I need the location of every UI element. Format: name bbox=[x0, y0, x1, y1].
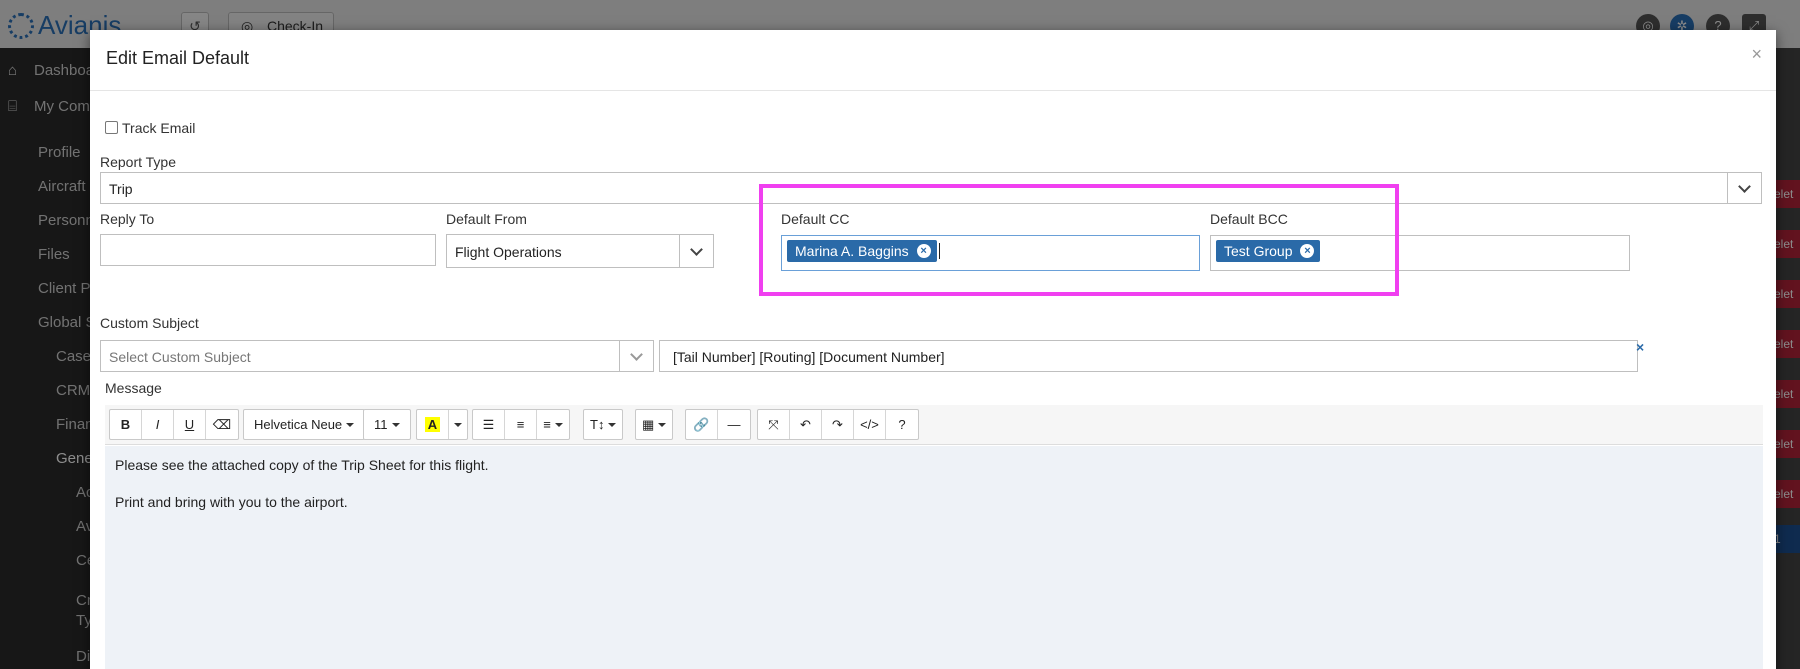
color-dropdown-icon[interactable] bbox=[449, 410, 467, 439]
chevron-down-icon[interactable] bbox=[1727, 173, 1761, 203]
message-label: Message bbox=[105, 380, 162, 396]
custom-subject-input[interactable]: [Tail Number] [Routing] [Document Number… bbox=[659, 340, 1638, 372]
bullet-list-icon[interactable]: ☰ bbox=[473, 410, 505, 439]
list-group: ☰ ≡ ≡ bbox=[472, 409, 570, 440]
modal-title: Edit Email Default bbox=[106, 48, 250, 68]
undo-icon[interactable]: ↶ bbox=[790, 410, 822, 439]
line-height-dropdown[interactable]: T↕ bbox=[583, 409, 624, 440]
code-view-icon[interactable]: </> bbox=[854, 410, 886, 439]
font-size-dropdown[interactable]: 11 bbox=[363, 409, 411, 440]
insert-group: 🔗 — bbox=[685, 409, 751, 440]
chevron-down-icon[interactable] bbox=[679, 235, 713, 267]
message-line: Please see the attached copy of the Trip… bbox=[115, 457, 489, 473]
highlight-color-icon[interactable]: A bbox=[417, 410, 449, 439]
font-name-dropdown[interactable]: Helvetica Neue bbox=[243, 409, 366, 440]
table-dropdown[interactable]: ▦ bbox=[635, 409, 674, 440]
bold-icon[interactable]: B bbox=[110, 410, 142, 439]
default-from-label: Default From bbox=[446, 211, 527, 227]
custom-subject-label: Custom Subject bbox=[100, 315, 199, 331]
default-from-select[interactable]: Flight Operations bbox=[446, 234, 714, 268]
report-type-value: Trip bbox=[109, 181, 133, 197]
highlight-color-group: A bbox=[416, 409, 468, 440]
default-from-value: Flight Operations bbox=[455, 244, 562, 260]
link-icon[interactable]: 🔗 bbox=[686, 410, 718, 439]
view-group: ⤧ ↶ ↷ </> ? bbox=[757, 409, 919, 440]
line-height-icon[interactable]: T↕ bbox=[584, 410, 622, 439]
redo-icon[interactable]: ↷ bbox=[822, 410, 854, 439]
modal-header: Edit Email Default × bbox=[90, 30, 1776, 91]
track-email-label: Track Email bbox=[122, 120, 196, 136]
reply-to-label: Reply To bbox=[100, 211, 155, 227]
custom-subject-value: [Tail Number] [Routing] [Document Number… bbox=[673, 349, 945, 365]
report-type-label: Report Type bbox=[100, 154, 177, 170]
font-style-group: B I U ⌫ bbox=[109, 409, 239, 440]
custom-subject-placeholder: Select Custom Subject bbox=[109, 349, 251, 365]
numbered-list-icon[interactable]: ≡ bbox=[505, 410, 537, 439]
fullscreen-icon[interactable]: ⤧ bbox=[758, 410, 790, 439]
reply-to-input[interactable] bbox=[100, 234, 436, 266]
close-icon[interactable]: × bbox=[1751, 44, 1762, 65]
editor-toolbar: B I U ⌫ Helvetica Neue 11 A ☰ ≡ ≡ T↕ ▦ 🔗… bbox=[105, 405, 1763, 445]
clear-subject-icon[interactable]: × bbox=[1636, 339, 1644, 355]
italic-icon[interactable]: I bbox=[142, 410, 174, 439]
align-icon[interactable]: ≡ bbox=[537, 410, 569, 439]
underline-icon[interactable]: U bbox=[174, 410, 206, 439]
track-email-checkbox[interactable] bbox=[105, 121, 118, 134]
horizontal-rule-icon[interactable]: — bbox=[718, 410, 750, 439]
message-editor[interactable]: Please see the attached copy of the Trip… bbox=[105, 446, 1763, 669]
help-icon[interactable]: ? bbox=[886, 410, 918, 439]
highlight-box bbox=[759, 184, 1399, 296]
custom-subject-select[interactable]: Select Custom Subject bbox=[100, 340, 654, 372]
message-line: Print and bring with you to the airport. bbox=[115, 494, 348, 510]
chevron-down-icon[interactable] bbox=[619, 341, 653, 371]
eraser-icon[interactable]: ⌫ bbox=[206, 410, 238, 439]
table-icon[interactable]: ▦ bbox=[636, 410, 672, 439]
